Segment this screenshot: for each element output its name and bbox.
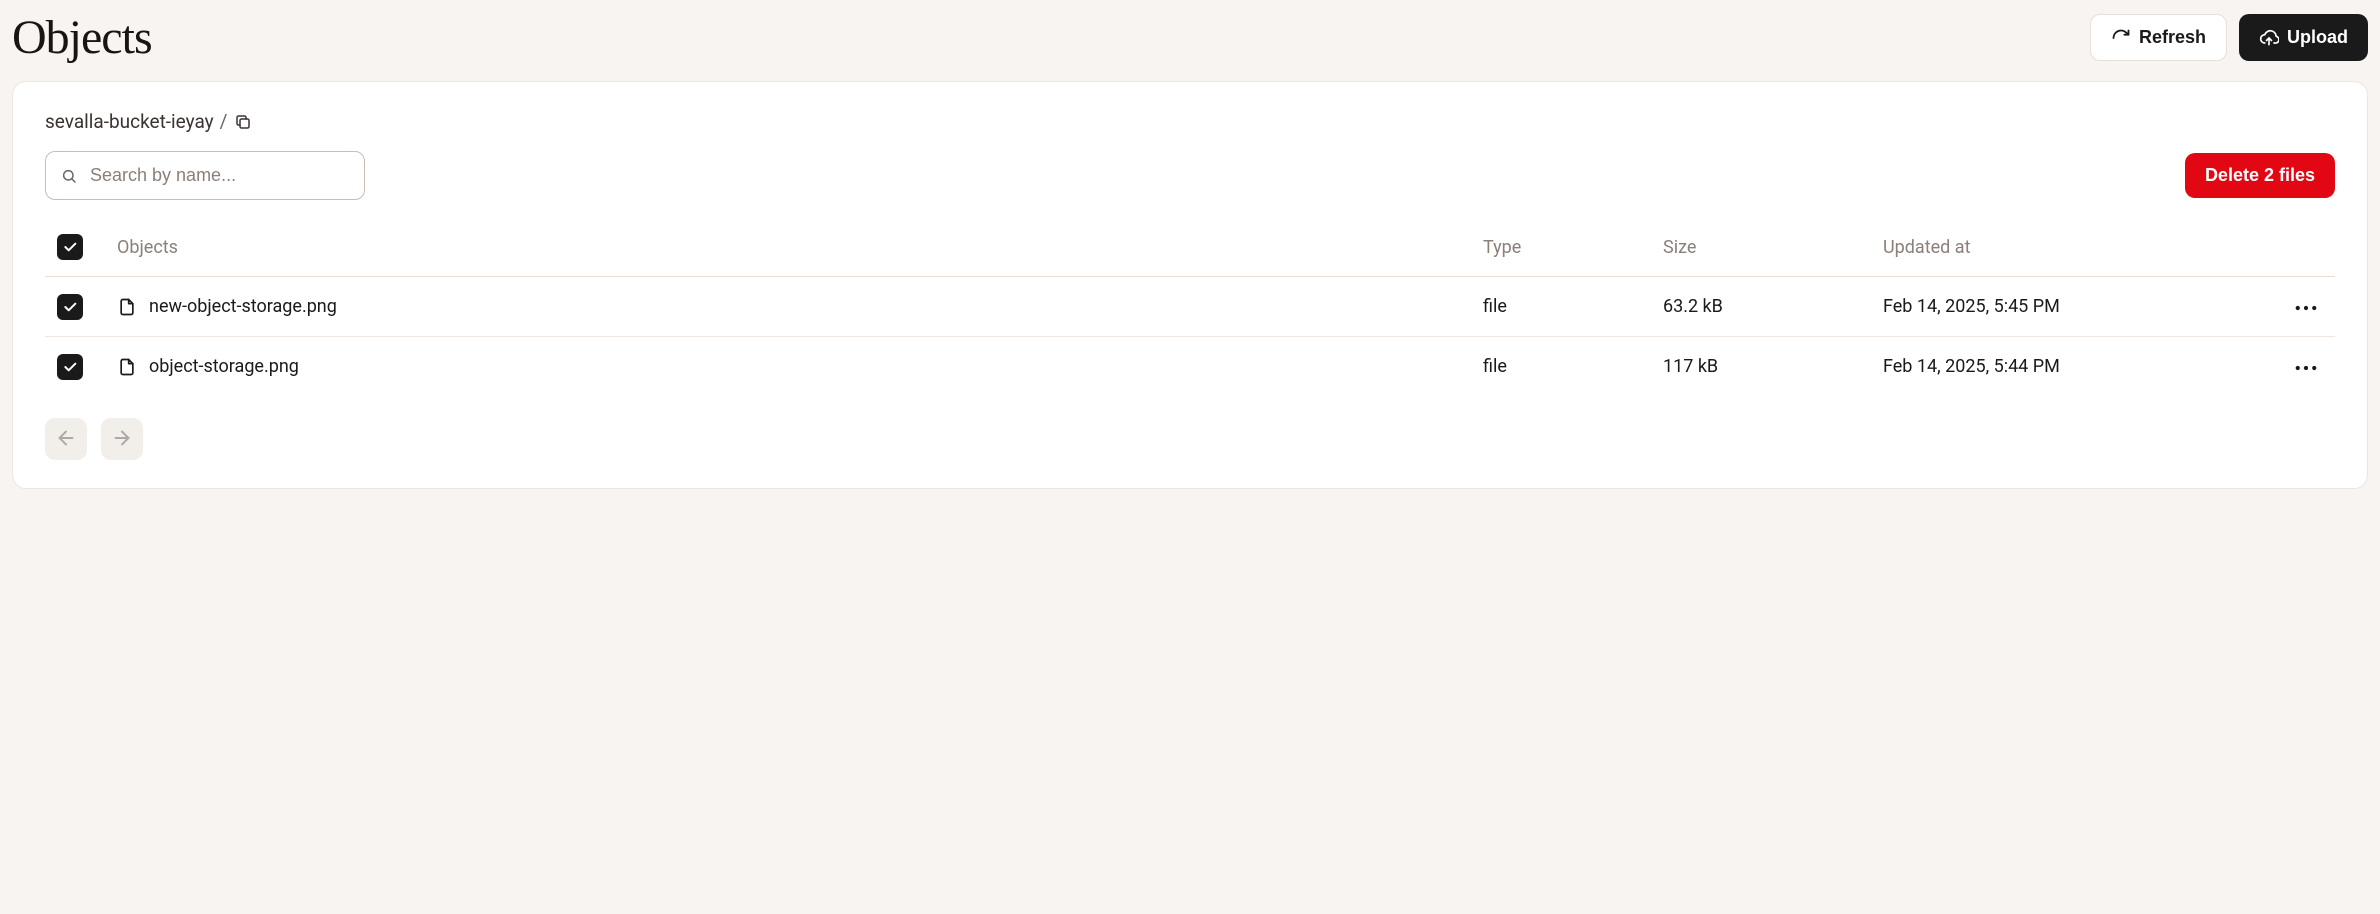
search-input[interactable] <box>45 151 365 200</box>
file-name: object-storage.png <box>149 356 299 377</box>
upload-label: Upload <box>2287 27 2348 48</box>
refresh-button[interactable]: Refresh <box>2090 14 2227 61</box>
col-type: Type <box>1483 237 1663 258</box>
breadcrumb: sevalla-bucket-ieyay / <box>45 110 2335 133</box>
upload-cloud-icon <box>2259 28 2279 48</box>
delete-button[interactable]: Delete 2 files <box>2185 153 2335 198</box>
pagination <box>45 418 2335 460</box>
file-size: 63.2 kB <box>1663 296 1883 317</box>
select-all-checkbox[interactable] <box>57 234 83 260</box>
file-updated-at: Feb 14, 2025, 5:45 PM <box>1883 296 2263 317</box>
table-row[interactable]: object-storage.png file 117 kB Feb 14, 2… <box>45 337 2335 396</box>
arrow-left-icon <box>55 427 77 452</box>
file-icon <box>117 357 137 377</box>
table-row[interactable]: new-object-storage.png file 63.2 kB Feb … <box>45 277 2335 337</box>
prev-page-button[interactable] <box>45 418 87 460</box>
refresh-label: Refresh <box>2139 27 2206 48</box>
file-size: 117 kB <box>1663 356 1883 377</box>
row-checkbox[interactable] <box>57 294 83 320</box>
breadcrumb-separator: / <box>220 110 228 133</box>
file-type: file <box>1483 356 1663 377</box>
copy-icon[interactable] <box>234 113 252 131</box>
row-checkbox[interactable] <box>57 354 83 380</box>
refresh-icon <box>2111 28 2131 48</box>
arrow-right-icon <box>111 427 133 452</box>
row-actions-button[interactable] <box>2289 353 2323 380</box>
col-size: Size <box>1663 237 1883 258</box>
more-horizontal-icon <box>2295 299 2317 314</box>
upload-button[interactable]: Upload <box>2239 14 2368 61</box>
col-objects: Objects <box>117 237 1483 258</box>
page-title: Objects <box>12 10 152 65</box>
breadcrumb-bucket[interactable]: sevalla-bucket-ieyay <box>45 110 214 133</box>
objects-table: Objects Type Size Updated at new-object-… <box>45 218 2335 396</box>
file-updated-at: Feb 14, 2025, 5:44 PM <box>1883 356 2263 377</box>
col-updated-at: Updated at <box>1883 237 2263 258</box>
more-horizontal-icon <box>2295 359 2317 374</box>
next-page-button[interactable] <box>101 418 143 460</box>
search-icon <box>61 168 77 184</box>
objects-panel: sevalla-bucket-ieyay / Delete 2 files Ob… <box>12 81 2368 489</box>
file-icon <box>117 297 137 317</box>
file-name: new-object-storage.png <box>149 296 337 317</box>
row-actions-button[interactable] <box>2289 293 2323 320</box>
delete-label: Delete 2 files <box>2205 165 2315 186</box>
file-type: file <box>1483 296 1663 317</box>
table-header: Objects Type Size Updated at <box>45 218 2335 277</box>
